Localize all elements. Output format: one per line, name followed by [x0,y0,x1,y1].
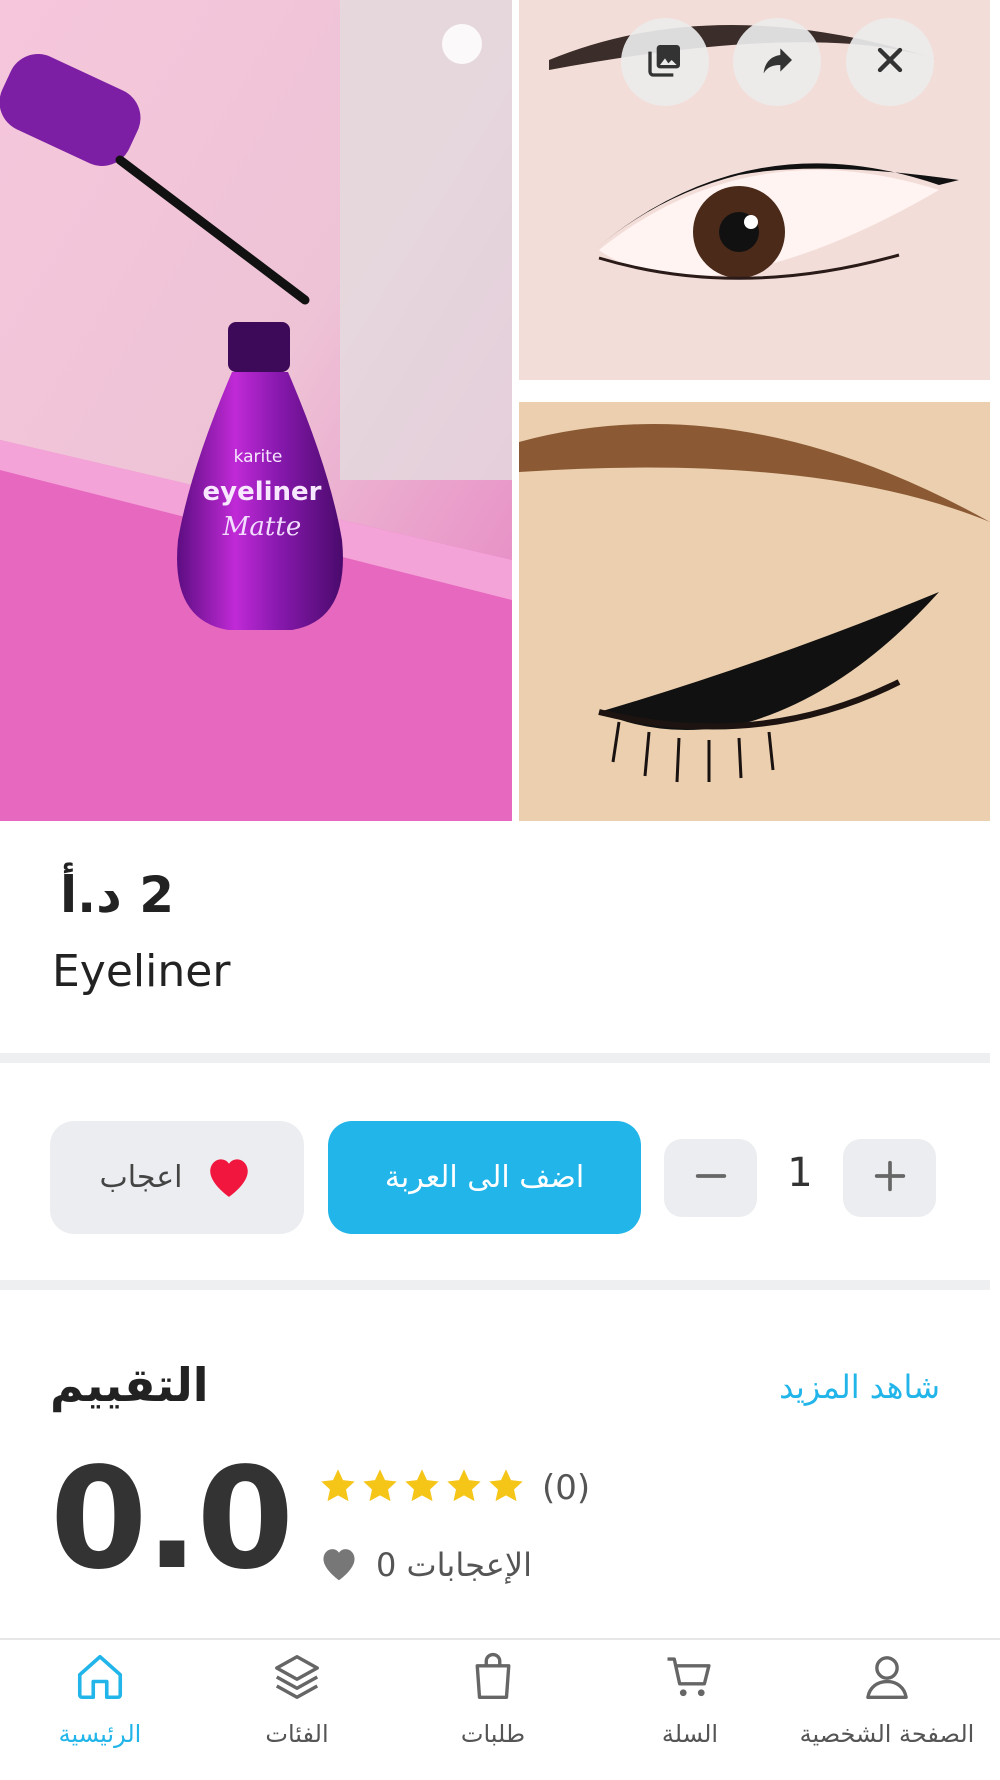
quantity-decrease-button[interactable] [664,1139,757,1217]
nav-label-categories: الفئات [265,1720,329,1748]
star-icon [360,1466,400,1510]
product-photo-bottle: karite eyeliner Matte [0,0,512,821]
share-icon [757,40,797,84]
add-to-cart-label: اضف الى العربة [384,1160,585,1195]
nav-item-categories[interactable]: الفئات [197,1650,397,1748]
add-to-cart-button[interactable]: اضف الى العربة [328,1121,641,1234]
section-divider [0,1053,990,1063]
shopping-bag-icon [466,1650,520,1708]
rating-stars [318,1466,526,1510]
share-button[interactable] [733,18,821,106]
home-icon [73,1650,127,1708]
nav-label-home: الرئيسية [58,1720,142,1748]
product-price: 2 د.أ [60,866,174,924]
nav-item-orders[interactable]: طلبات [393,1650,593,1748]
likes-count: 0 الإعجابات [376,1546,532,1584]
minus-icon [691,1156,731,1200]
layers-icon [270,1650,324,1708]
gallery-button[interactable] [621,18,709,106]
heart-icon [204,1153,254,1203]
heart-outline-icon [318,1544,360,1586]
star-icon [444,1466,484,1510]
section-divider [0,1280,990,1290]
nav-label-profile: الصفحة الشخصية [799,1720,975,1748]
svg-text:karite: karite [234,447,283,467]
likes-summary: 0 الإعجابات [318,1544,532,1586]
nav-item-profile[interactable]: الصفحة الشخصية [787,1650,987,1748]
close-button[interactable] [846,18,934,106]
nav-label-cart: السلة [661,1720,719,1748]
gallery-icon [645,40,685,84]
cart-icon [663,1650,717,1708]
quantity-increase-button[interactable] [843,1139,936,1217]
rating-count: (0) [542,1468,591,1508]
close-icon [870,40,910,84]
product-image-gallery[interactable]: karite eyeliner Matte [0,0,1000,821]
svg-text:eyeliner: eyeliner [202,477,321,507]
quantity-value: 1 [787,1150,813,1196]
svg-text:Matte: Matte [222,512,301,542]
see-more-link[interactable]: شاهد المزيد [779,1368,940,1406]
rating-title: التقييم [50,1358,209,1412]
nav-item-cart[interactable]: السلة [590,1650,790,1748]
product-name: Eyeliner [52,946,231,997]
star-icon [486,1466,526,1510]
like-button[interactable]: اعجاب [50,1121,304,1234]
rating-value: 0.0 [50,1438,294,1601]
nav-item-home[interactable]: الرئيسية [0,1650,200,1748]
star-icon [402,1466,442,1510]
nav-label-orders: طلبات [460,1720,526,1748]
plus-icon [870,1156,910,1200]
star-icon [318,1466,358,1510]
product-photo-eye-closed [519,402,990,821]
user-icon [860,1650,914,1708]
bottom-navigation: الرئيسية الفئات طلبات السلة الصفحة الشخص… [0,1638,1000,1780]
like-button-label: اعجاب [99,1160,183,1195]
